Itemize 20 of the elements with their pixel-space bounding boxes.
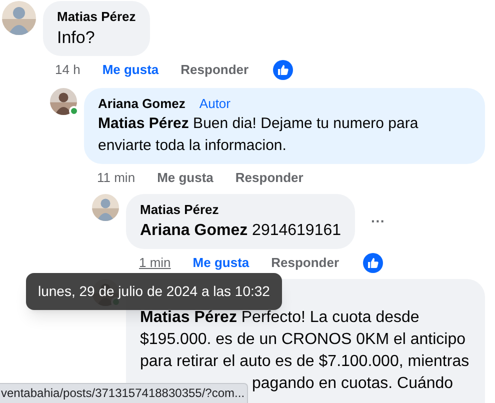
reply-link[interactable]: Responder	[235, 168, 304, 188]
comment-text: Ariana Gomez 2914619161	[140, 220, 342, 240]
timestamp-tooltip: lunes, 29 de julio de 2024 a las 10:32	[26, 273, 282, 310]
author-name[interactable]: Matias Pérez	[140, 200, 219, 220]
author-name[interactable]: Ariana Gomez	[98, 94, 186, 113]
more-options-button[interactable]: ···	[367, 214, 390, 228]
comment-time[interactable]: 14 h	[55, 60, 80, 80]
like-link[interactable]: Me gusta	[102, 60, 159, 80]
comment-time[interactable]: 11 min	[97, 168, 136, 188]
reply-link[interactable]: Responder	[180, 60, 249, 80]
author-name[interactable]: Matias Pérez	[57, 7, 136, 26]
like-link[interactable]: Me gusta	[192, 252, 250, 272]
avatar[interactable]	[50, 88, 77, 114]
comment-text: Info?	[57, 26, 96, 48]
comment-text: Matias Pérez Buen dia! Dejame tu numero para enviarte toda la informacion.	[98, 114, 420, 156]
status-bar-url: ventabahia/posts/3713157418830355/?com...	[0, 383, 248, 403]
comment-time[interactable]: 1 min	[139, 252, 171, 272]
like-link[interactable]: Me gusta	[157, 168, 214, 188]
reply-link[interactable]: Responder	[271, 252, 340, 272]
author-label: Autor	[199, 94, 230, 112]
